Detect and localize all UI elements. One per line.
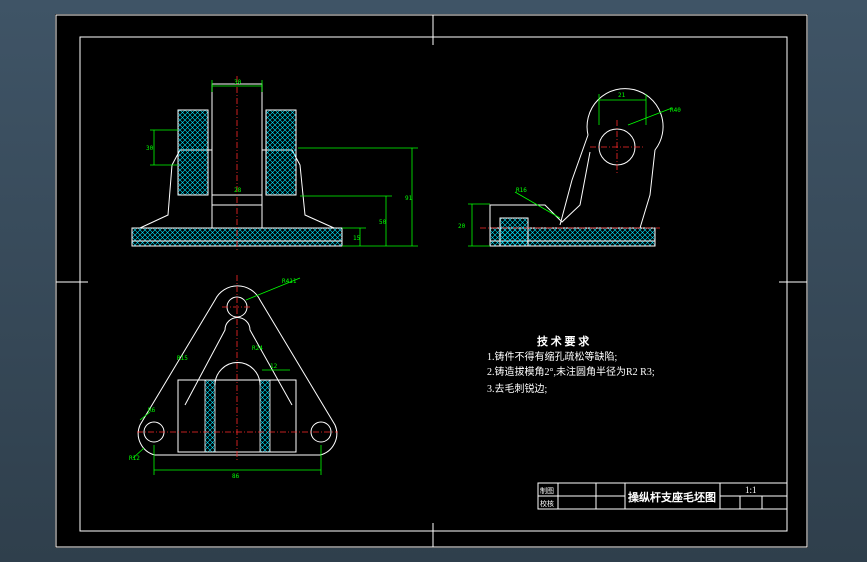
dim-plan-hole-spacing: 86 [232,473,240,480]
dim-side-base-height: 20 [458,223,466,230]
dim-front-base-height: 15 [353,235,361,242]
side-view [480,88,664,247]
dim-plan-arm: R15 [177,355,188,362]
dim-plan-outer-radius: R411 [282,278,297,285]
dim-plan-edge-radius: R12 [129,455,140,462]
dim-front-mid-height: 50 [379,219,387,226]
front-view [131,76,343,252]
dim-side-boss-offset: 21 [618,92,626,99]
dim-side-fillet: R16 [516,187,527,194]
dim-plan-inner: R24 [252,345,263,352]
tech-requirement-2: 2.铸造拔模角2°,未注圆角半径为R2 R3; [487,365,655,378]
drawing-title: 操纵杆支座毛坯图 [628,490,716,504]
dim-front-top-width: 30 [234,79,242,86]
dim-front-bore: 28 [234,187,242,194]
drawing-svg: 30 30 28 91 50 15 21 R40 R16 20 R411 R15… [55,14,808,548]
tech-requirement-1: 1.铸件不得有缩孔疏松等缺陷; [487,350,617,363]
dim-plan-slot-width: 12 [270,363,278,370]
dim-front-total-height: 91 [405,195,413,202]
drawing-scale: 1:1 [745,485,757,495]
tech-requirements-title: 技 术 要 求 [537,334,590,348]
sheet-outer-frame [55,14,808,548]
plan-view [137,275,338,462]
dim-side-boss-radius: R40 [670,107,681,114]
frame-center-marks [56,15,807,547]
title-label-drawn: 制图 [540,486,554,495]
dim-front-flange-height: 30 [146,145,154,152]
title-label-checked: 校核 [540,499,554,508]
dim-plan-hole: R6 [148,407,156,414]
tech-requirement-3: 3.去毛刺锐边; [487,382,547,395]
